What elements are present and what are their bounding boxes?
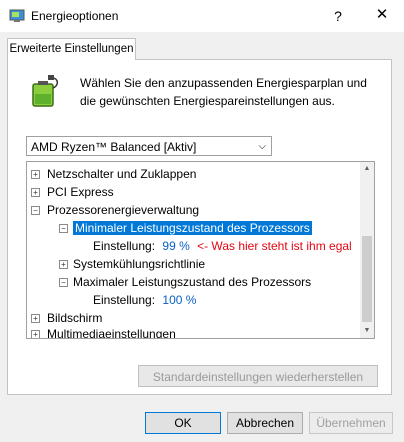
dialog-client-area: Erweiterte Einstellungen Wählen Sie den …	[0, 32, 404, 442]
help-button[interactable]: ?	[326, 6, 350, 26]
tree-item-label: Multimediaeinstellungen	[47, 327, 176, 339]
tree-item-label: Prozessorenergieverwaltung	[47, 203, 200, 217]
tree-item-bildschirm[interactable]: + Bildschirm	[31, 310, 102, 326]
scroll-up-icon[interactable]: ▲	[360, 162, 374, 176]
apply-button[interactable]: Übernehmen	[309, 412, 393, 434]
tree-item-maximaler-leistungszustand[interactable]: − Maximaler Leistungszustand des Prozess…	[59, 274, 311, 290]
scroll-thumb[interactable]	[362, 236, 372, 322]
annotation-note: <- Was hier steht ist ihm egal	[197, 239, 352, 253]
expand-icon[interactable]: +	[31, 330, 40, 338]
tree-item-pci-express[interactable]: + PCI Express	[31, 184, 114, 200]
collapse-icon[interactable]: −	[59, 224, 68, 233]
chevron-down-icon: ⌵	[258, 141, 266, 152]
setting-value-max[interactable]: 100 %	[162, 293, 196, 307]
title-bar: Energieoptionen ? ✕	[0, 0, 404, 32]
tree-item-multimedia[interactable]: + Multimediaeinstellungen	[31, 326, 176, 339]
tree-item-prozessorenergieverwaltung[interactable]: − Prozessorenergieverwaltung	[31, 202, 199, 218]
tree-item-max-setting[interactable]: Einstellung: 100 %	[93, 292, 196, 308]
tree-item-label: Bildschirm	[47, 311, 103, 325]
expand-icon[interactable]: +	[31, 188, 40, 197]
expand-icon[interactable]: +	[31, 314, 40, 323]
window-title: Energieoptionen	[31, 9, 119, 23]
tree-scrollbar[interactable]: ▲ ▼	[360, 162, 374, 338]
tree-item-label-selected: Minimaler Leistungszustand des Prozessor…	[73, 221, 312, 235]
cancel-button[interactable]: Abbrechen	[227, 412, 303, 434]
tab-advanced-settings[interactable]: Erweiterte Einstellungen	[7, 38, 136, 60]
tree-item-systemkuehlung[interactable]: + Systemkühlungsrichtlinie	[59, 256, 205, 272]
battery-plug-icon	[32, 75, 59, 107]
tree-item-label: Systemkühlungsrichtlinie	[73, 257, 206, 271]
restore-defaults-button[interactable]: Standardeinstellungen wiederherstellen	[138, 365, 378, 387]
setting-label: Einstellung:	[93, 239, 156, 253]
ok-button[interactable]: OK	[145, 412, 221, 434]
plan-description: Wählen Sie den anzupassenden Energiespar…	[80, 76, 367, 108]
expand-icon[interactable]: +	[31, 170, 40, 179]
power-plan-select[interactable]: AMD Ryzen™ Balanced [Aktiv] ⌵	[26, 136, 272, 156]
tree-item-label: PCI Express	[47, 185, 114, 199]
tree-item-label: Maximaler Leistungszustand des Prozessor…	[73, 275, 312, 289]
collapse-icon[interactable]: −	[31, 206, 40, 215]
close-button[interactable]: ✕	[370, 5, 394, 25]
power-plan-select-value: AMD Ryzen™ Balanced [Aktiv]	[31, 140, 197, 154]
tree-item-minimaler-leistungszustand[interactable]: − Minimaler Leistungszustand des Prozess…	[59, 220, 312, 236]
tree-item-min-setting[interactable]: Einstellung: 99 % <- Was hier steht ist …	[93, 238, 352, 254]
expand-icon[interactable]: +	[59, 260, 68, 269]
tree-item-label: Netzschalter und Zuklappen	[47, 167, 197, 181]
setting-label: Einstellung:	[93, 293, 156, 307]
collapse-icon[interactable]: −	[59, 278, 68, 287]
power-options-icon	[9, 9, 25, 22]
settings-panel: Wählen Sie den anzupassenden Energiespar…	[7, 59, 392, 395]
setting-value-min[interactable]: 99 %	[162, 239, 189, 253]
settings-tree[interactable]: + Netzschalter und Zuklappen + PCI Expre…	[26, 161, 375, 339]
scroll-down-icon[interactable]: ▼	[360, 324, 374, 338]
tree-item-netzschalter[interactable]: + Netzschalter und Zuklappen	[31, 166, 196, 182]
